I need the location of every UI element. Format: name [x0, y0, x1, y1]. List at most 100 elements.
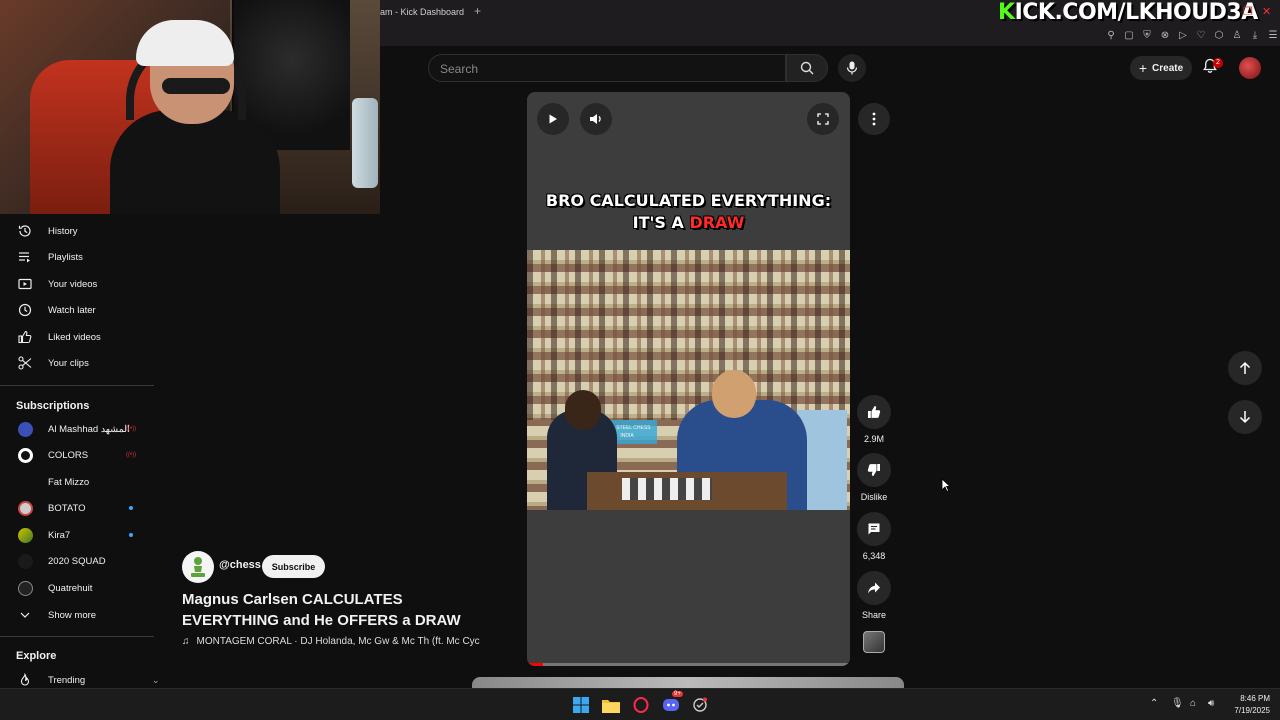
- like-button[interactable]: 2.9M: [856, 395, 892, 444]
- restore-window-icon[interactable]: ❐: [1243, 5, 1253, 18]
- chess-tournament-scene: TATA STEEL CHESS INDIA: [527, 250, 850, 510]
- subscription-item-colors[interactable]: COLORS ((•)): [0, 442, 160, 468]
- create-label: Create: [1152, 62, 1184, 74]
- comments-button[interactable]: 6,348: [856, 512, 892, 561]
- subscription-item-2020-squad[interactable]: 2020 SQUAD: [0, 548, 160, 574]
- live-indicator-icon: ((•)): [126, 426, 137, 432]
- sidebar-item-history[interactable]: History: [0, 218, 160, 244]
- system-clock[interactable]: 8:46 PM 7/19/2025: [1226, 693, 1270, 717]
- shorts-video-player[interactable]: BRO CALCULATED EVERYTHING: IT'S A DRAW T…: [527, 92, 850, 666]
- network-icon[interactable]: ⌂: [1190, 698, 1196, 709]
- new-tab-button[interactable]: +: [474, 4, 481, 18]
- create-button[interactable]: + Create: [1130, 56, 1192, 80]
- close-window-icon[interactable]: ✕: [1262, 5, 1271, 18]
- new-content-dot: [129, 533, 133, 537]
- app-icon[interactable]: [690, 695, 710, 715]
- subscription-item-botato[interactable]: BOTATO: [0, 495, 160, 521]
- like-count: 2.9M: [863, 434, 884, 444]
- explore-heading: Explore: [16, 650, 57, 662]
- browser-tab-title[interactable]: am - Kick Dashboard: [380, 7, 464, 17]
- mute-button[interactable]: [580, 103, 612, 135]
- extensions-icon[interactable]: ⬡: [1212, 30, 1226, 41]
- subscription-item-quatrehuit[interactable]: Quatrehuit: [0, 575, 160, 601]
- avatar: [17, 580, 33, 596]
- subscription-label: Fat Mizzo: [48, 476, 90, 488]
- sidebar-item-liked-videos[interactable]: Liked videos: [0, 324, 160, 350]
- subscription-item-fat-mizzo[interactable]: Fat Mizzo: [0, 469, 160, 495]
- voice-search-button[interactable]: [838, 54, 866, 82]
- music-attribution[interactable]: ♫ MONTAGEM CORAL · DJ Holanda, Mc Gw & M…: [182, 636, 492, 647]
- more-vertical-icon: [872, 112, 876, 126]
- water-bottle: [352, 98, 378, 188]
- share-button[interactable]: Share: [856, 571, 892, 620]
- microphone-tray-icon[interactable]: 🎙︎: [1171, 698, 1184, 709]
- thumbs-up-icon: [17, 329, 33, 345]
- caption-line-1: BRO CALCULATED EVERYTHING:: [545, 191, 832, 210]
- watch-later-icon: [17, 302, 33, 318]
- subscription-item-al-mashhad[interactable]: Al Mashhad المشهد ((•)): [0, 416, 160, 442]
- arrow-down-icon: [1239, 411, 1251, 424]
- comment-count: 6,348: [862, 551, 886, 561]
- video-progress-bar[interactable]: [527, 663, 850, 666]
- subscription-label: BOTATO: [48, 502, 86, 514]
- play-icon: [549, 114, 557, 124]
- chevron-down-icon: [17, 607, 33, 623]
- notification-count-badge: 2: [1213, 58, 1223, 68]
- avatar: [17, 553, 33, 569]
- discord-badge: 9+: [672, 691, 683, 697]
- sidebar-item-your-videos[interactable]: Your videos: [0, 271, 160, 297]
- sidebar-item-label: Playlists: [48, 251, 83, 263]
- account-icon[interactable]: ♙: [1230, 30, 1244, 41]
- left-sidebar: History Playlists Your videos Watch late…: [0, 218, 160, 688]
- play-icon[interactable]: ▷: [1176, 30, 1190, 41]
- video-title[interactable]: Magnus Carlsen CALCULATES EVERYTHING and…: [182, 589, 482, 631]
- sidebar-item-watch-later[interactable]: Watch later: [0, 297, 160, 323]
- plus-icon: +: [1138, 60, 1148, 76]
- sidebar-item-playlists[interactable]: Playlists: [0, 244, 160, 270]
- previous-video-button[interactable]: [1228, 351, 1262, 385]
- subscriptions-heading: Subscriptions: [16, 400, 90, 412]
- subscription-item-kira7[interactable]: Kira7: [0, 522, 160, 548]
- tray-overflow-chevron-icon[interactable]: ⌃: [1150, 698, 1158, 709]
- sidebar-item-label: Your clips: [48, 357, 89, 369]
- white-cap: [136, 20, 234, 66]
- download-icon[interactable]: ⤓: [1248, 30, 1262, 41]
- show-more-button[interactable]: Show more: [0, 602, 160, 628]
- channel-name[interactable]: @chess: [219, 559, 261, 571]
- show-more-label: Show more: [48, 609, 97, 621]
- sidebar-scroll-chevron-icon[interactable]: ⌄: [152, 675, 160, 686]
- caption-highlight: DRAW: [689, 213, 745, 232]
- subscription-label: COLORS: [48, 449, 89, 461]
- caption-line-2: IT'S A DRAW: [632, 213, 745, 232]
- streamer-body: [110, 110, 280, 214]
- sound-thumbnail[interactable]: [863, 631, 885, 653]
- windows-start-icon[interactable]: [571, 695, 591, 715]
- play-button[interactable]: [537, 103, 569, 135]
- discord-icon[interactable]: 9+: [661, 691, 683, 715]
- pin-icon[interactable]: ⚲: [1104, 30, 1118, 41]
- stream-url-overlay: KICK.COM/LKHOUD3A: [998, 0, 1258, 25]
- next-video-button[interactable]: [1228, 400, 1262, 434]
- microphone-icon: [846, 61, 858, 75]
- subscribe-button[interactable]: Subscribe: [262, 555, 325, 578]
- sidebar-item-label: Liked videos: [48, 331, 101, 343]
- adblock-icon[interactable]: ⊗: [1158, 30, 1172, 41]
- dislike-button[interactable]: Dislike: [856, 453, 892, 502]
- search-input[interactable]: Search: [428, 54, 786, 82]
- shield-icon[interactable]: ⛨: [1140, 30, 1154, 41]
- menu-icon[interactable]: ☰: [1266, 30, 1280, 41]
- file-explorer-icon[interactable]: [601, 695, 621, 715]
- screenshot-icon[interactable]: ▢: [1122, 30, 1136, 41]
- sidebar-item-your-clips[interactable]: Your clips: [0, 350, 160, 376]
- heart-icon[interactable]: ♡: [1194, 30, 1208, 41]
- windows-taskbar: 9+ ⌃ 🎙︎ ⌂ 🔊︎ 8:46 PM 7/19/2025: [0, 688, 1280, 720]
- volume-tray-icon[interactable]: 🔊︎: [1208, 698, 1214, 709]
- more-options-button[interactable]: [858, 103, 890, 135]
- subscription-label: Kira7: [48, 529, 71, 541]
- fullscreen-button[interactable]: [807, 103, 839, 135]
- account-avatar[interactable]: [1239, 57, 1261, 79]
- search-button[interactable]: [786, 54, 828, 82]
- subscription-label: Al Mashhad المشهد: [48, 423, 130, 435]
- opera-gx-icon[interactable]: [631, 695, 651, 715]
- channel-avatar[interactable]: [182, 551, 214, 583]
